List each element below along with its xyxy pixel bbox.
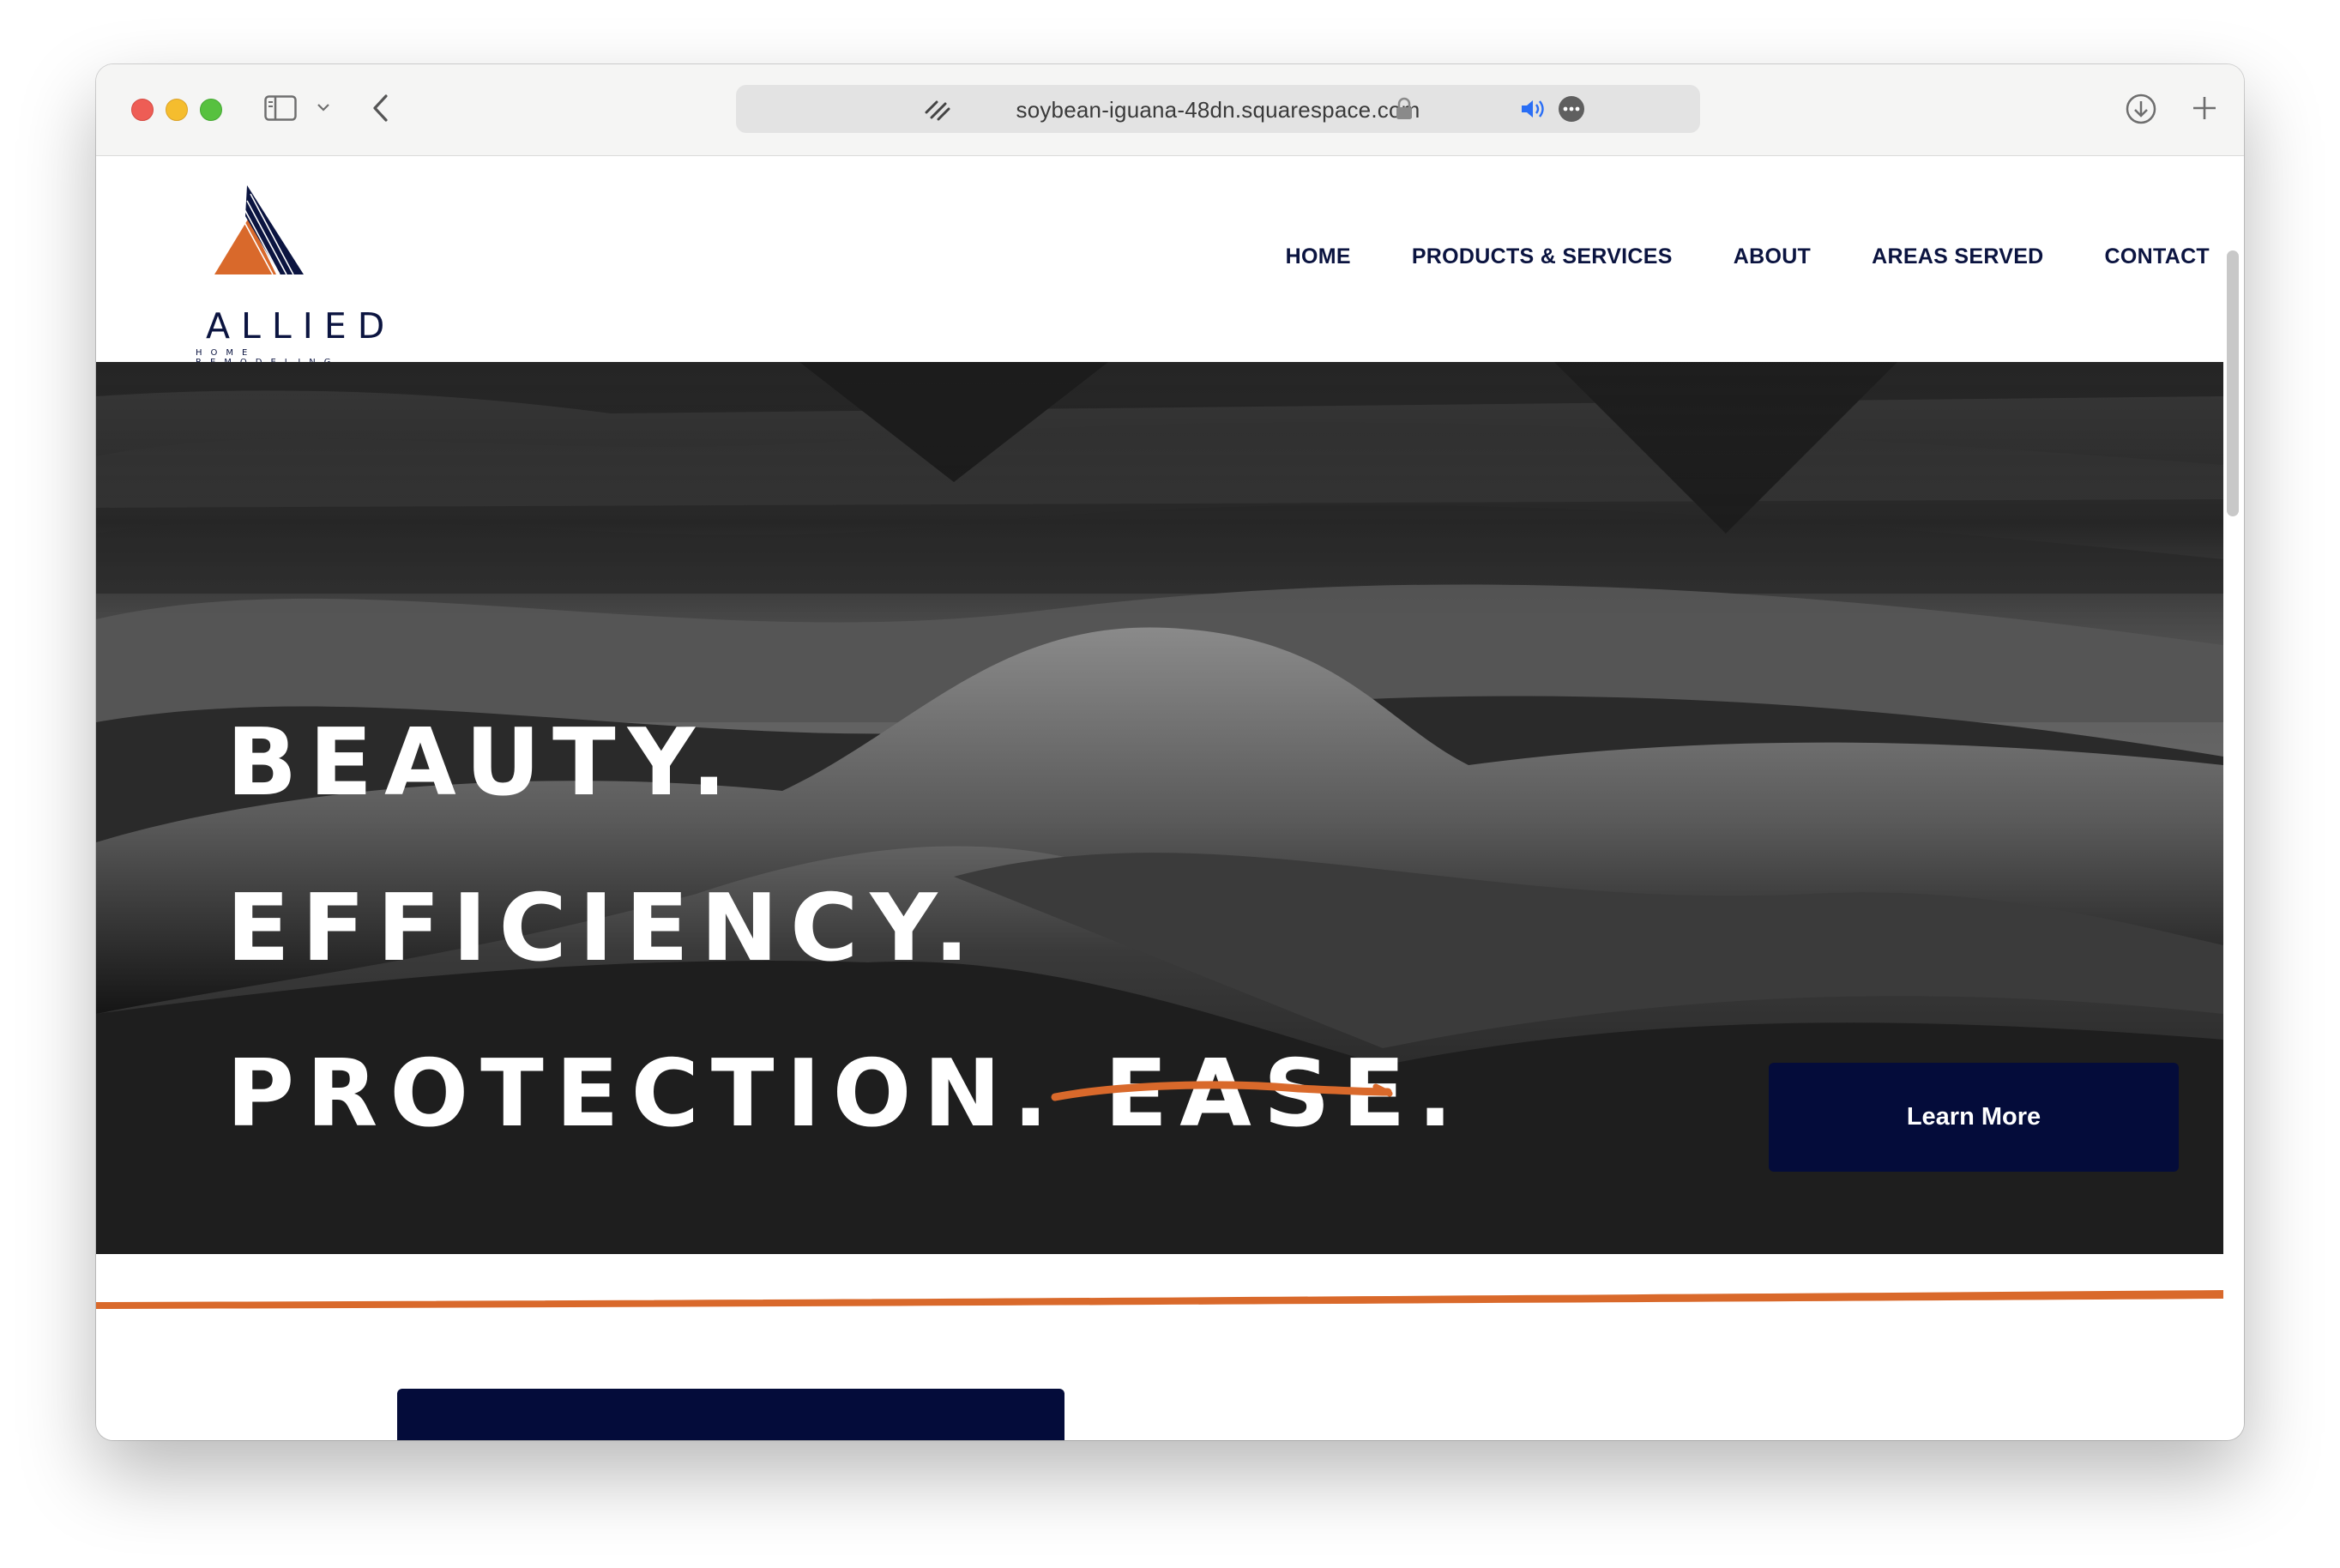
nav-home[interactable]: HOME <box>1286 244 1351 269</box>
new-tab-icon[interactable] <box>2191 94 2218 122</box>
minimize-window-button[interactable] <box>166 99 188 121</box>
address-bar[interactable]: soybean-iguana-48dn.squarespace.com <box>736 85 1700 133</box>
maximize-window-button[interactable] <box>200 99 222 121</box>
main-nav: HOME PRODUCTS & SERVICES ABOUT AREAS SER… <box>1225 244 2210 269</box>
logo-wordmark: ALLIED <box>206 305 396 347</box>
nav-about[interactable]: ABOUT <box>1734 244 1811 269</box>
squarespace-icon <box>925 100 950 121</box>
sidebar-icon[interactable] <box>264 95 297 121</box>
browser-toolbar: soybean-iguana-48dn.squarespace.com <box>96 64 2244 156</box>
feature-card-background <box>397 1389 1064 1440</box>
nav-products-services[interactable]: PRODUCTS & SERVICES <box>1412 244 1673 269</box>
hero-accent-stripe <box>96 1290 2223 1309</box>
hero-text-period: . <box>1417 1040 1465 1148</box>
download-icon[interactable] <box>2125 93 2157 125</box>
browser-window: soybean-iguana-48dn.squarespace.com ALLI… <box>96 64 2244 1440</box>
web-page: ALLIED HOME REMODELING HOME PRODUCTS & S… <box>96 156 2244 1440</box>
more-icon[interactable] <box>1558 95 1585 123</box>
page-scrollbar[interactable] <box>2227 250 2239 516</box>
chevron-down-icon[interactable] <box>317 101 330 113</box>
nav-contact[interactable]: CONTACT <box>2105 244 2210 269</box>
url-text: soybean-iguana-48dn.squarespace.com <box>1016 97 1420 123</box>
hero-headline-efficiency: EFFICIENCY. <box>226 875 981 982</box>
close-window-button[interactable] <box>131 99 154 121</box>
allied-logo[interactable]: ALLIED HOME REMODELING <box>146 185 384 367</box>
hero-headline-beauty: BEAUTY. <box>226 709 739 817</box>
nav-areas-served[interactable]: AREAS SERVED <box>1872 244 2043 269</box>
logo-mark-icon <box>214 185 304 275</box>
lock-icon <box>1396 97 1412 119</box>
ease-underline-stroke <box>1051 1081 1393 1101</box>
speaker-icon[interactable] <box>1520 98 1546 120</box>
hero-text-protection: PROTECTION. <box>226 1040 1105 1148</box>
learn-more-button[interactable]: Learn More <box>1769 1063 2179 1172</box>
back-icon[interactable] <box>371 93 391 123</box>
